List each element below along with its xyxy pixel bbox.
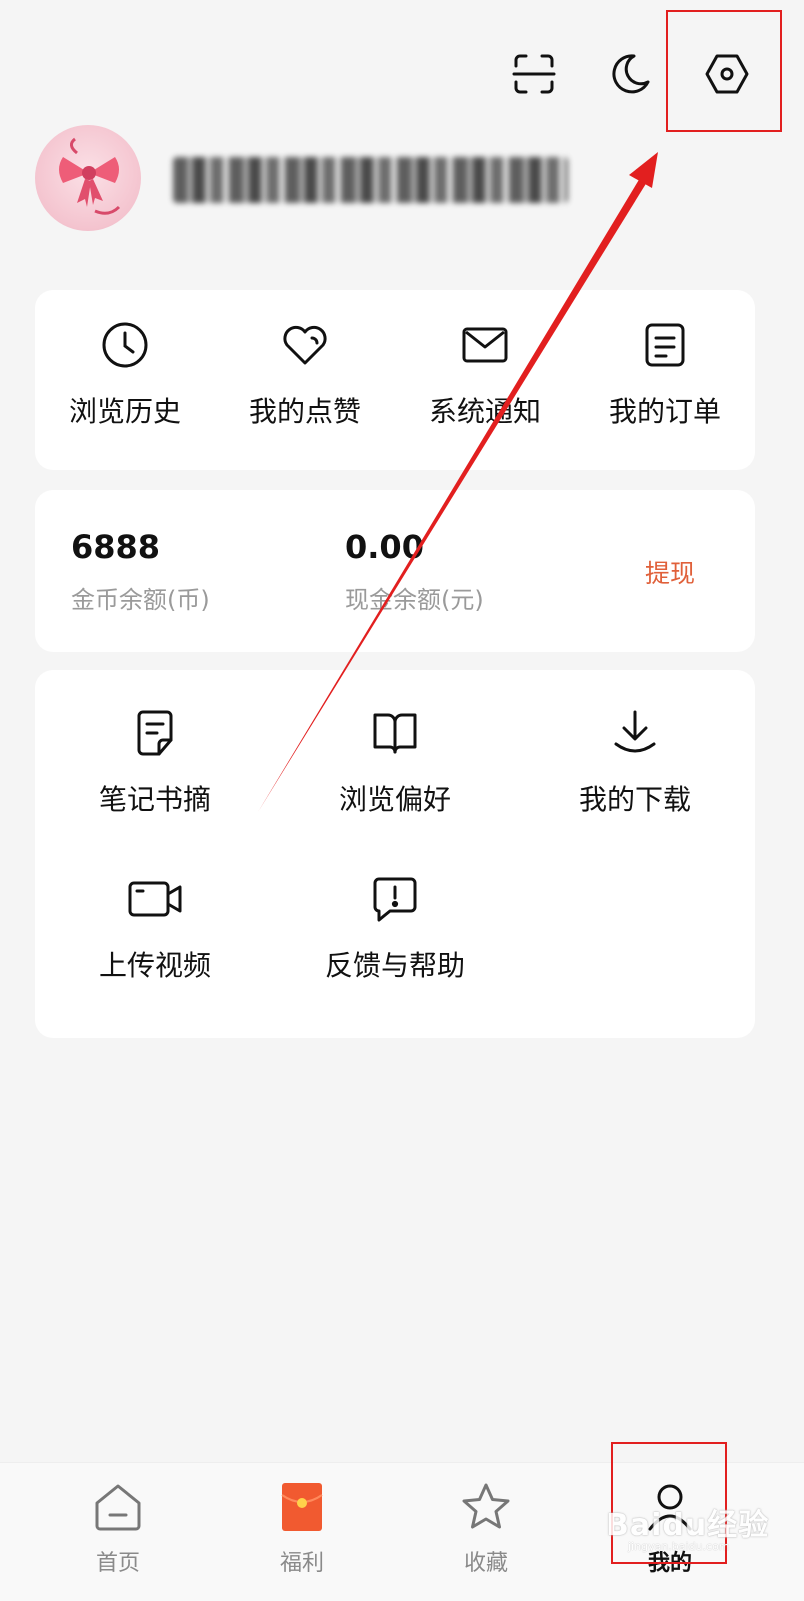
settings-button[interactable] — [699, 46, 755, 102]
feedback-icon — [373, 877, 417, 922]
video-camera-icon — [128, 881, 182, 917]
watermark-url: jingyan.baidu.com — [628, 1540, 730, 1553]
settings-hexagon-icon — [705, 54, 749, 94]
quick-link-history[interactable]: 浏览历史 — [35, 320, 215, 450]
coin-balance-label: 金币余额(币) — [71, 586, 210, 614]
download-icon — [614, 710, 656, 753]
order-icon — [645, 323, 685, 367]
tab-favorites[interactable]: 收藏 — [416, 1481, 556, 1577]
tab-welfare[interactable]: 福利 — [232, 1481, 372, 1577]
quick-link-label: 浏览历史 — [68, 395, 181, 428]
coin-balance-value: 6888 — [71, 528, 161, 566]
tab-label: 福利 — [279, 1551, 324, 1576]
tool-label: 笔记书摘 — [98, 783, 211, 816]
tool-label: 反馈与帮助 — [324, 949, 465, 982]
note-icon — [137, 710, 173, 756]
tab-label: 收藏 — [463, 1551, 508, 1576]
quick-link-label: 系统通知 — [428, 395, 541, 428]
night-mode-button[interactable] — [602, 46, 658, 102]
tools-card: 笔记书摘 浏览偏好 我的下载 上传视频 反馈与帮助 — [35, 670, 755, 1038]
red-envelope-icon — [281, 1483, 323, 1531]
username-pixelated — [173, 157, 568, 203]
quick-link-likes[interactable]: 我的点赞 — [215, 320, 395, 450]
tool-preferences[interactable]: 浏览偏好 — [275, 708, 515, 848]
withdraw-button[interactable]: 提现 — [645, 554, 695, 590]
quick-link-notifications[interactable]: 系统通知 — [395, 320, 575, 450]
bow-avatar — [59, 137, 121, 215]
quick-link-orders[interactable]: 我的订单 — [575, 320, 755, 450]
quick-link-label: 我的点赞 — [248, 395, 361, 428]
profile-header[interactable] — [35, 125, 775, 235]
tool-label: 浏览偏好 — [338, 783, 451, 816]
tool-label: 上传视频 — [98, 949, 211, 982]
coin-balance[interactable]: 6888 金币余额(币) — [71, 528, 210, 615]
cash-balance-value: 0.00 — [345, 528, 424, 566]
star-icon — [462, 1483, 510, 1529]
heart-icon — [283, 325, 327, 365]
book-icon — [373, 713, 417, 754]
quick-link-label: 我的订单 — [608, 395, 721, 428]
tool-label: 我的下载 — [578, 783, 691, 816]
avatar[interactable] — [35, 125, 141, 231]
cash-balance[interactable]: 0.00 现金余额(元) — [345, 528, 484, 615]
moon-icon — [612, 54, 650, 94]
tool-feedback[interactable]: 反馈与帮助 — [275, 874, 515, 1014]
quick-links-card: 浏览历史 我的点赞 系统通知 我的订单 — [35, 290, 755, 470]
tab-home[interactable]: 首页 — [48, 1481, 188, 1577]
cash-balance-label: 现金余额(元) — [345, 586, 484, 614]
scan-icon — [512, 54, 556, 94]
watermark: Baidu经验 — [606, 1508, 770, 1543]
clock-icon — [102, 322, 148, 368]
balance-card: 6888 金币余额(币) 0.00 现金余额(元) 提现 — [35, 490, 755, 652]
mail-icon — [462, 327, 508, 363]
scan-button[interactable] — [506, 46, 562, 102]
tab-label: 首页 — [95, 1551, 140, 1576]
home-icon — [95, 1484, 141, 1531]
tool-upload-video[interactable]: 上传视频 — [35, 874, 275, 1014]
tool-downloads[interactable]: 我的下载 — [515, 708, 755, 848]
tool-notes[interactable]: 笔记书摘 — [35, 708, 275, 848]
